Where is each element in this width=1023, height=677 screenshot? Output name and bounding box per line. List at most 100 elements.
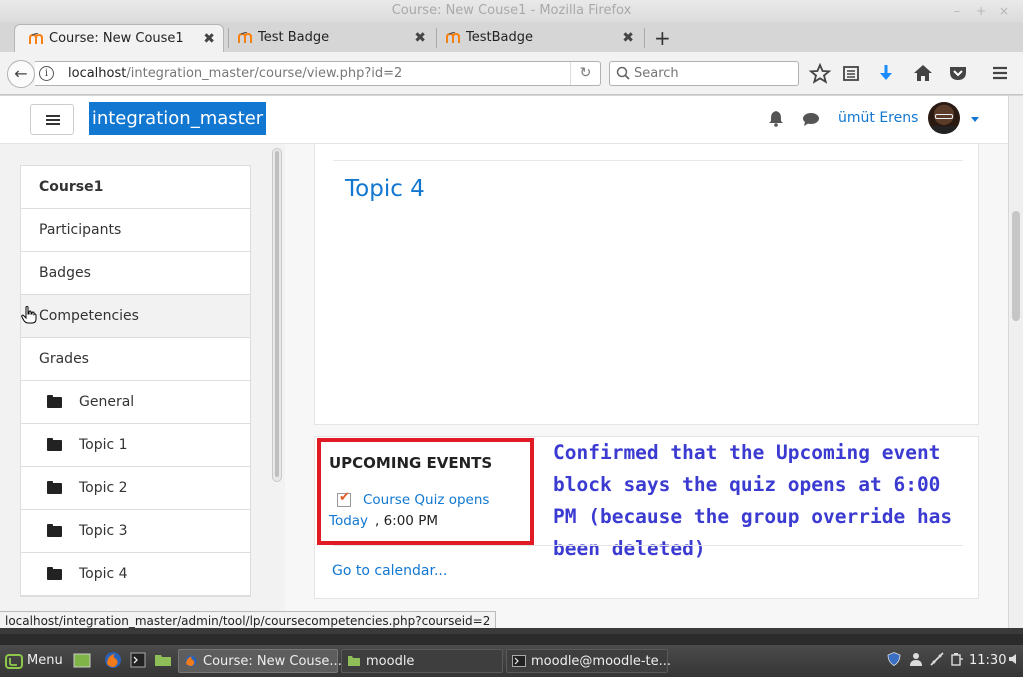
clock[interactable]: 11:30 bbox=[969, 649, 1006, 673]
event-day-link[interactable]: Today bbox=[329, 513, 368, 529]
moodle-icon bbox=[29, 33, 43, 44]
tab-testbadge[interactable]: TestBadge ✖ bbox=[432, 24, 642, 52]
folder-icon bbox=[47, 481, 62, 494]
go-to-calendar-link[interactable]: Go to calendar... bbox=[332, 563, 447, 579]
topic-title-link[interactable]: Topic 4 bbox=[345, 176, 425, 202]
page-scrollbar[interactable] bbox=[1008, 96, 1023, 631]
url-path: /integration_master/course/view.php?id=2 bbox=[126, 66, 403, 81]
user-icon[interactable] bbox=[909, 652, 923, 666]
hand-cursor-icon bbox=[21, 306, 37, 324]
terminal-launcher-icon[interactable] bbox=[130, 652, 146, 668]
folder-icon bbox=[47, 567, 62, 580]
window-titlebar: Course: New Couse1 - Mozilla Firefox – +… bbox=[0, 0, 1023, 22]
tab-label: TestBadge bbox=[466, 30, 533, 45]
drawer-item-label: Badges bbox=[39, 265, 91, 281]
new-tab-button[interactable]: + bbox=[654, 24, 671, 52]
drawer-item-topic-3[interactable]: Topic 3 bbox=[21, 510, 250, 553]
upcoming-events-block: UPCOMING EVENTS Course Quiz opens Today … bbox=[314, 436, 979, 599]
reload-icon[interactable]: ↻ bbox=[570, 62, 600, 85]
files-launcher-icon[interactable] bbox=[154, 653, 172, 667]
folder-icon bbox=[47, 395, 62, 408]
volume-icon[interactable] bbox=[1008, 652, 1022, 666]
drawer-scrollbar[interactable] bbox=[272, 148, 282, 482]
moodle-navbar: integration_master ümüt Erens bbox=[0, 96, 1008, 144]
tab-test-badge[interactable]: Test Badge ✖ bbox=[224, 24, 434, 52]
avatar-shirt bbox=[932, 126, 956, 134]
block-divider bbox=[333, 545, 963, 546]
close-tab-icon[interactable]: ✖ bbox=[622, 24, 634, 52]
back-arrow-icon: ← bbox=[14, 64, 28, 83]
folder-icon bbox=[348, 656, 360, 666]
topic-section: Topic 4 bbox=[314, 144, 979, 425]
tab-label: Course: New Couse1 bbox=[49, 31, 184, 46]
pocket-icon[interactable] bbox=[946, 62, 970, 84]
drawer-item-label: Topic 2 bbox=[79, 480, 128, 496]
folder-icon bbox=[47, 524, 62, 537]
taskbar-window-moodle-folder[interactable]: moodle bbox=[341, 649, 503, 673]
bell-icon[interactable] bbox=[768, 110, 784, 127]
tab-course[interactable]: Course: New Couse1 ✖ bbox=[14, 24, 224, 52]
close-tab-icon[interactable]: ✖ bbox=[414, 24, 426, 52]
block-title: UPCOMING EVENTS bbox=[329, 454, 493, 472]
drawer-item-topic-2[interactable]: Topic 2 bbox=[21, 467, 250, 510]
system-taskbar: Menu Course: New Couse... moodle moodle@… bbox=[0, 634, 1023, 677]
close-tab-icon[interactable]: ✖ bbox=[203, 25, 215, 53]
tab-strip: Course: New Couse1 ✖ Test Badge ✖ TestBa… bbox=[0, 22, 1023, 52]
close-window-button[interactable]: × bbox=[999, 0, 1009, 22]
drawer-item-label: Grades bbox=[39, 351, 89, 367]
drawer-item-course[interactable]: Course1 bbox=[21, 166, 250, 209]
drawer-item-label: Course1 bbox=[39, 179, 104, 195]
shield-icon[interactable] bbox=[887, 652, 901, 666]
menu-label: Menu bbox=[27, 653, 63, 668]
url-text[interactable]: localhost/integration_master/course/view… bbox=[68, 62, 402, 85]
drawer-toggle-button[interactable] bbox=[30, 104, 74, 135]
hamburger-line bbox=[46, 119, 60, 121]
firefox-launcher-icon[interactable] bbox=[104, 651, 122, 669]
menu-icon[interactable] bbox=[988, 62, 1012, 84]
avatar-glasses bbox=[935, 114, 953, 119]
moodle-icon bbox=[446, 32, 460, 43]
taskbar-window-label: moodle@moodle-te... bbox=[531, 654, 672, 669]
info-icon[interactable]: i bbox=[39, 66, 54, 81]
star-icon[interactable] bbox=[808, 62, 832, 84]
battery-icon[interactable] bbox=[950, 652, 964, 666]
drawer-item-competencies[interactable]: Competencies bbox=[21, 295, 250, 338]
page-viewport: integration_master ümüt Erens Course1 Pa… bbox=[0, 96, 1023, 631]
home-icon[interactable] bbox=[911, 62, 935, 84]
url-bar[interactable]: i localhost/integration_master/course/vi… bbox=[35, 61, 601, 86]
taskbar-window-label: Course: New Couse... bbox=[203, 654, 342, 669]
download-icon[interactable] bbox=[874, 62, 898, 84]
event-link[interactable]: Course Quiz opens bbox=[363, 492, 489, 508]
search-input[interactable] bbox=[634, 65, 794, 82]
network-icon[interactable] bbox=[930, 652, 944, 666]
site-name-link[interactable]: integration_master bbox=[89, 102, 266, 135]
tab-label: Test Badge bbox=[258, 30, 330, 45]
drawer-item-general[interactable]: General bbox=[21, 381, 250, 424]
back-button[interactable]: ← bbox=[7, 60, 35, 88]
drawer-item-topic-1[interactable]: Topic 1 bbox=[21, 424, 250, 467]
firefox-icon bbox=[185, 655, 197, 667]
reading-list-icon[interactable] bbox=[839, 62, 863, 84]
show-desktop-icon[interactable] bbox=[73, 653, 91, 669]
search-bar[interactable] bbox=[609, 61, 799, 86]
user-name[interactable]: ümüt Erens bbox=[838, 110, 918, 126]
maximize-button[interactable]: + bbox=[976, 0, 986, 22]
drawer-item-label: Participants bbox=[39, 222, 122, 238]
drawer-item-participants[interactable]: Participants bbox=[21, 209, 250, 252]
minimize-button[interactable]: – bbox=[954, 0, 960, 22]
drawer-item-badges[interactable]: Badges bbox=[21, 252, 250, 295]
taskbar-window-label: moodle bbox=[366, 654, 415, 669]
messages-icon[interactable] bbox=[802, 112, 820, 127]
window-title: Course: New Couse1 - Mozilla Firefox bbox=[391, 3, 632, 18]
taskbar-window-terminal[interactable]: moodle@moodle-te... bbox=[506, 649, 672, 673]
mint-logo-icon bbox=[5, 654, 23, 669]
terminal-icon bbox=[512, 655, 526, 667]
avatar[interactable] bbox=[928, 102, 960, 134]
drawer-item-label: Competencies bbox=[39, 308, 139, 324]
drawer-list: Course1 Participants Badges Competencies… bbox=[20, 165, 251, 597]
drawer-item-grades[interactable]: Grades bbox=[21, 338, 250, 381]
taskbar-window-firefox[interactable]: Course: New Couse... bbox=[178, 649, 342, 673]
search-icon bbox=[616, 66, 630, 80]
drawer-item-topic-4[interactable]: Topic 4 bbox=[21, 553, 250, 596]
user-menu-caret-icon[interactable] bbox=[971, 117, 979, 122]
